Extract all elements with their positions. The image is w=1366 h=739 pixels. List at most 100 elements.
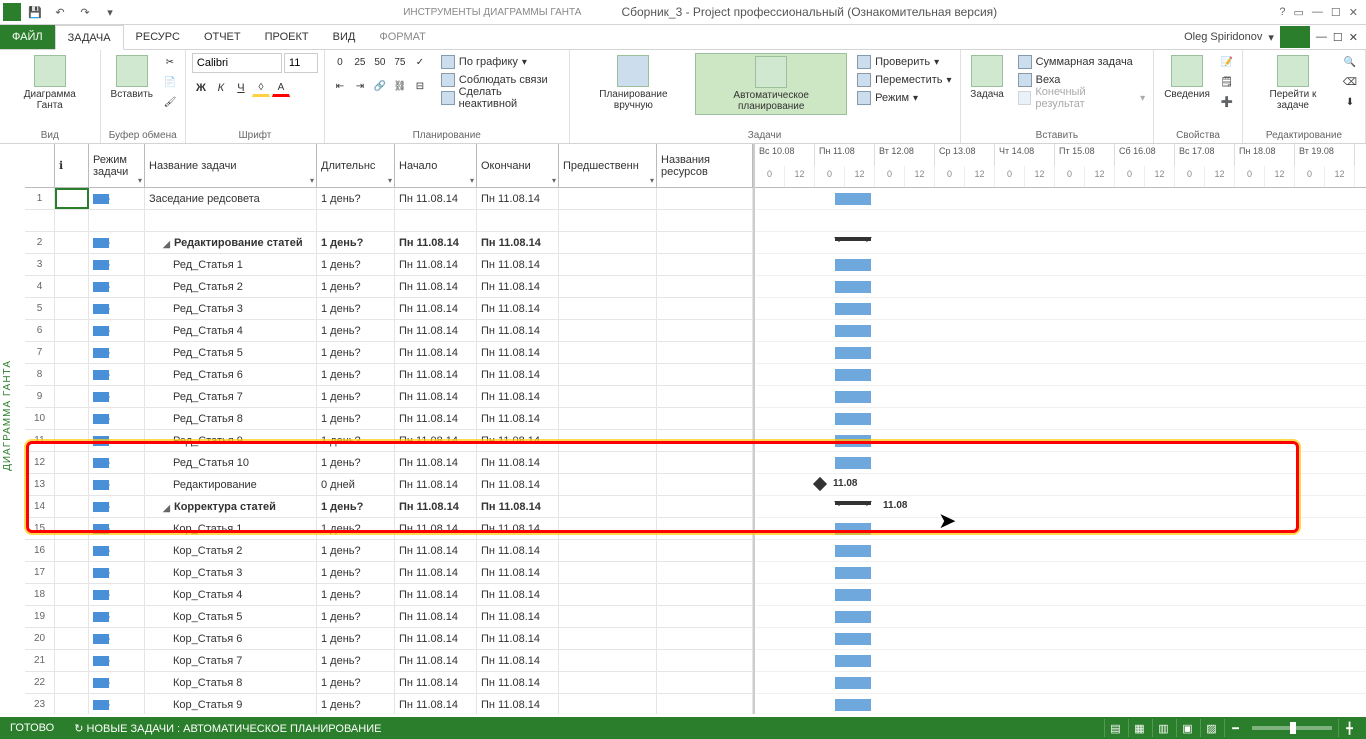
table-row[interactable]: 7Ред_Статья 51 день?Пн 11.08.14Пн 11.08.…: [25, 342, 753, 364]
table-row[interactable]: 3Ред_Статья 11 день?Пн 11.08.14Пн 11.08.…: [25, 254, 753, 276]
notes-icon[interactable]: 📝: [1218, 53, 1236, 71]
predecessors-cell[interactable]: [559, 430, 657, 451]
resources-cell[interactable]: [657, 606, 753, 627]
table-row[interactable]: 5Ред_Статья 31 день?Пн 11.08.14Пн 11.08.…: [25, 298, 753, 320]
gantt-row[interactable]: [755, 298, 1366, 320]
name-cell[interactable]: Редактирование: [145, 474, 317, 495]
summary-task-button[interactable]: Суммарная задача: [1016, 53, 1148, 71]
font-size-select[interactable]: [284, 53, 318, 73]
info-cell[interactable]: [55, 342, 89, 363]
underline-icon[interactable]: Ч: [232, 79, 250, 97]
info-cell[interactable]: [55, 606, 89, 627]
copy-icon[interactable]: 📄: [161, 73, 179, 91]
info-cell[interactable]: [55, 694, 89, 714]
name-cell[interactable]: Ред_Статья 8: [145, 408, 317, 429]
user-menu-icon[interactable]: ▾: [1268, 31, 1274, 44]
progress-75-icon[interactable]: 75: [391, 53, 409, 71]
row-number[interactable]: 15: [25, 518, 55, 539]
gantt-row[interactable]: [755, 254, 1366, 276]
name-cell[interactable]: Ред_Статья 2: [145, 276, 317, 297]
mode-cell[interactable]: [89, 210, 145, 231]
qat-customize-icon[interactable]: ▾: [99, 1, 121, 23]
finish-cell[interactable]: Пн 11.08.14: [477, 276, 559, 297]
row-number[interactable]: 11: [25, 430, 55, 451]
start-cell[interactable]: Пн 11.08.14: [395, 320, 477, 341]
inspect-button[interactable]: Проверить ▾: [855, 53, 953, 71]
redo-icon[interactable]: ↷: [74, 1, 96, 23]
predecessors-cell[interactable]: [559, 364, 657, 385]
resources-cell[interactable]: [657, 188, 753, 209]
row-number[interactable]: 7: [25, 342, 55, 363]
cut-icon[interactable]: ✂: [161, 53, 179, 71]
progress-0-icon[interactable]: 0: [331, 53, 349, 71]
font-name-select[interactable]: [192, 53, 282, 73]
name-cell[interactable]: Кор_Статья 2: [145, 540, 317, 561]
tab-file[interactable]: ФАЙЛ: [0, 25, 55, 49]
view-gantt-icon[interactable]: ▤: [1104, 719, 1126, 737]
table-row[interactable]: 16Кор_Статья 21 день?Пн 11.08.14Пн 11.08…: [25, 540, 753, 562]
start-cell[interactable]: Пн 11.08.14: [395, 254, 477, 275]
col-finish[interactable]: Окончани▾: [477, 144, 559, 187]
finish-cell[interactable]: Пн 11.08.14: [477, 364, 559, 385]
gantt-row[interactable]: [755, 408, 1366, 430]
resources-cell[interactable]: [657, 694, 753, 714]
info-cell[interactable]: [55, 562, 89, 583]
task-bar[interactable]: [835, 677, 871, 689]
mode-cell[interactable]: [89, 254, 145, 275]
info-cell[interactable]: [55, 672, 89, 693]
resources-cell[interactable]: [657, 386, 753, 407]
info-cell[interactable]: [55, 298, 89, 319]
duration-cell[interactable]: 1 день?: [317, 430, 395, 451]
table-row[interactable]: 6Ред_Статья 41 день?Пн 11.08.14Пн 11.08.…: [25, 320, 753, 342]
task-bar[interactable]: [835, 567, 871, 579]
zoom-in-icon[interactable]: ╋: [1338, 719, 1360, 737]
task-table[interactable]: ℹ Режим задачи▾ Название задачи▾ Длитель…: [25, 144, 755, 714]
finish-cell[interactable]: Пн 11.08.14: [477, 452, 559, 473]
task-bar[interactable]: [835, 655, 871, 667]
table-row[interactable]: 14◢Корректура статей1 день?Пн 11.08.14Пн…: [25, 496, 753, 518]
info-cell[interactable]: [55, 584, 89, 605]
predecessors-cell[interactable]: [559, 210, 657, 231]
mode-button[interactable]: Режим ▾: [855, 89, 953, 107]
table-row[interactable]: 1Заседание редсовета1 день?Пн 11.08.14Пн…: [25, 188, 753, 210]
table-row[interactable]: 2◢Редактирование статей1 день?Пн 11.08.1…: [25, 232, 753, 254]
table-row[interactable]: 23Кор_Статья 91 день?Пн 11.08.14Пн 11.08…: [25, 694, 753, 714]
resources-cell[interactable]: [657, 430, 753, 451]
mode-cell[interactable]: [89, 606, 145, 627]
name-cell[interactable]: Кор_Статья 7: [145, 650, 317, 671]
row-number[interactable]: 10: [25, 408, 55, 429]
help-icon[interactable]: ?: [1279, 6, 1285, 18]
task-bar[interactable]: [835, 303, 871, 315]
scroll-to-task-button[interactable]: Перейти к задаче: [1249, 53, 1337, 113]
table-row[interactable]: 9Ред_Статья 71 день?Пн 11.08.14Пн 11.08.…: [25, 386, 753, 408]
name-cell[interactable]: Кор_Статья 1: [145, 518, 317, 539]
mode-cell[interactable]: [89, 276, 145, 297]
task-bar[interactable]: [835, 523, 871, 535]
task-bar[interactable]: [835, 633, 871, 645]
start-cell[interactable]: Пн 11.08.14: [395, 232, 477, 253]
predecessors-cell[interactable]: [559, 650, 657, 671]
resources-cell[interactable]: [657, 584, 753, 605]
row-number[interactable]: 2: [25, 232, 55, 253]
resources-cell[interactable]: [657, 496, 753, 517]
predecessors-cell[interactable]: [559, 562, 657, 583]
table-row[interactable]: 21Кор_Статья 71 день?Пн 11.08.14Пн 11.08…: [25, 650, 753, 672]
mode-cell[interactable]: [89, 518, 145, 539]
predecessors-cell[interactable]: [559, 496, 657, 517]
zoom-out-icon[interactable]: ━: [1224, 719, 1246, 737]
duration-cell[interactable]: 1 день?: [317, 298, 395, 319]
finish-cell[interactable]: Пн 11.08.14: [477, 342, 559, 363]
save-icon[interactable]: 💾: [24, 1, 46, 23]
predecessors-cell[interactable]: [559, 342, 657, 363]
predecessors-cell[interactable]: [559, 408, 657, 429]
name-cell[interactable]: Ред_Статья 5: [145, 342, 317, 363]
task-bar[interactable]: [835, 435, 871, 447]
duration-cell[interactable]: 1 день?: [317, 276, 395, 297]
resources-cell[interactable]: [657, 540, 753, 561]
duration-cell[interactable]: 1 день?: [317, 452, 395, 473]
tab-task[interactable]: ЗАДАЧА: [55, 25, 124, 50]
duration-cell[interactable]: 1 день?: [317, 320, 395, 341]
inactivate-button[interactable]: Сделать неактивной: [439, 89, 563, 107]
info-cell[interactable]: [55, 276, 89, 297]
predecessors-cell[interactable]: [559, 276, 657, 297]
